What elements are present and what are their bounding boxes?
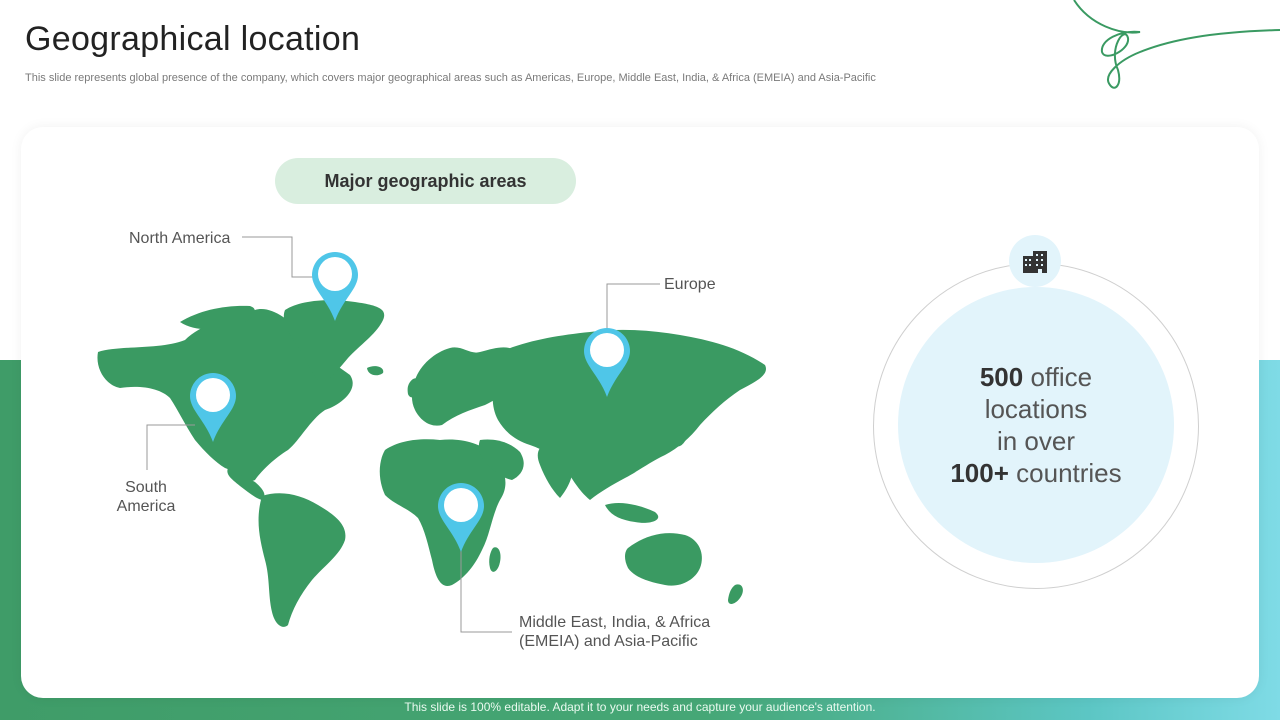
label-emeia: Middle East, India, & Africa (EMEIA) and… (519, 613, 710, 651)
stats-line-1: 500 office (980, 361, 1092, 393)
continent-south-america (258, 493, 346, 627)
stats-circle: 500 office locations in over 100+ countr… (898, 287, 1174, 563)
stats-line-2: locations (984, 394, 1088, 424)
label-emeia-line1: Middle East, India, & Africa (519, 614, 711, 631)
label-south-america-line1: South (125, 479, 167, 496)
stats-line-3: in over (996, 426, 1076, 456)
countries-text: countries (1008, 458, 1122, 488)
continent-se-asia (605, 502, 659, 523)
continent-madagascar (489, 547, 501, 572)
label-north-america: North America (129, 230, 231, 247)
label-south-america: South America (111, 478, 181, 516)
continent-new-zealand (728, 584, 743, 604)
countries-number: 100+ (950, 458, 1009, 488)
continent-india (537, 447, 573, 498)
continent-iceland (367, 366, 384, 376)
footer-note: This slide is 100% editable. Adapt it to… (404, 700, 876, 714)
offices-text: office (1023, 362, 1093, 392)
offices-number: 500 (979, 362, 1024, 392)
label-south-america-line2: America (116, 498, 176, 515)
continents (97, 300, 766, 627)
office-building-icon (1009, 235, 1061, 287)
label-emeia-line2: (EMEIA) and Asia-Pacific (519, 633, 698, 650)
continent-australia (625, 533, 702, 586)
label-europe: Europe (664, 276, 716, 293)
stats-line-4: 100+ countries (950, 457, 1121, 489)
